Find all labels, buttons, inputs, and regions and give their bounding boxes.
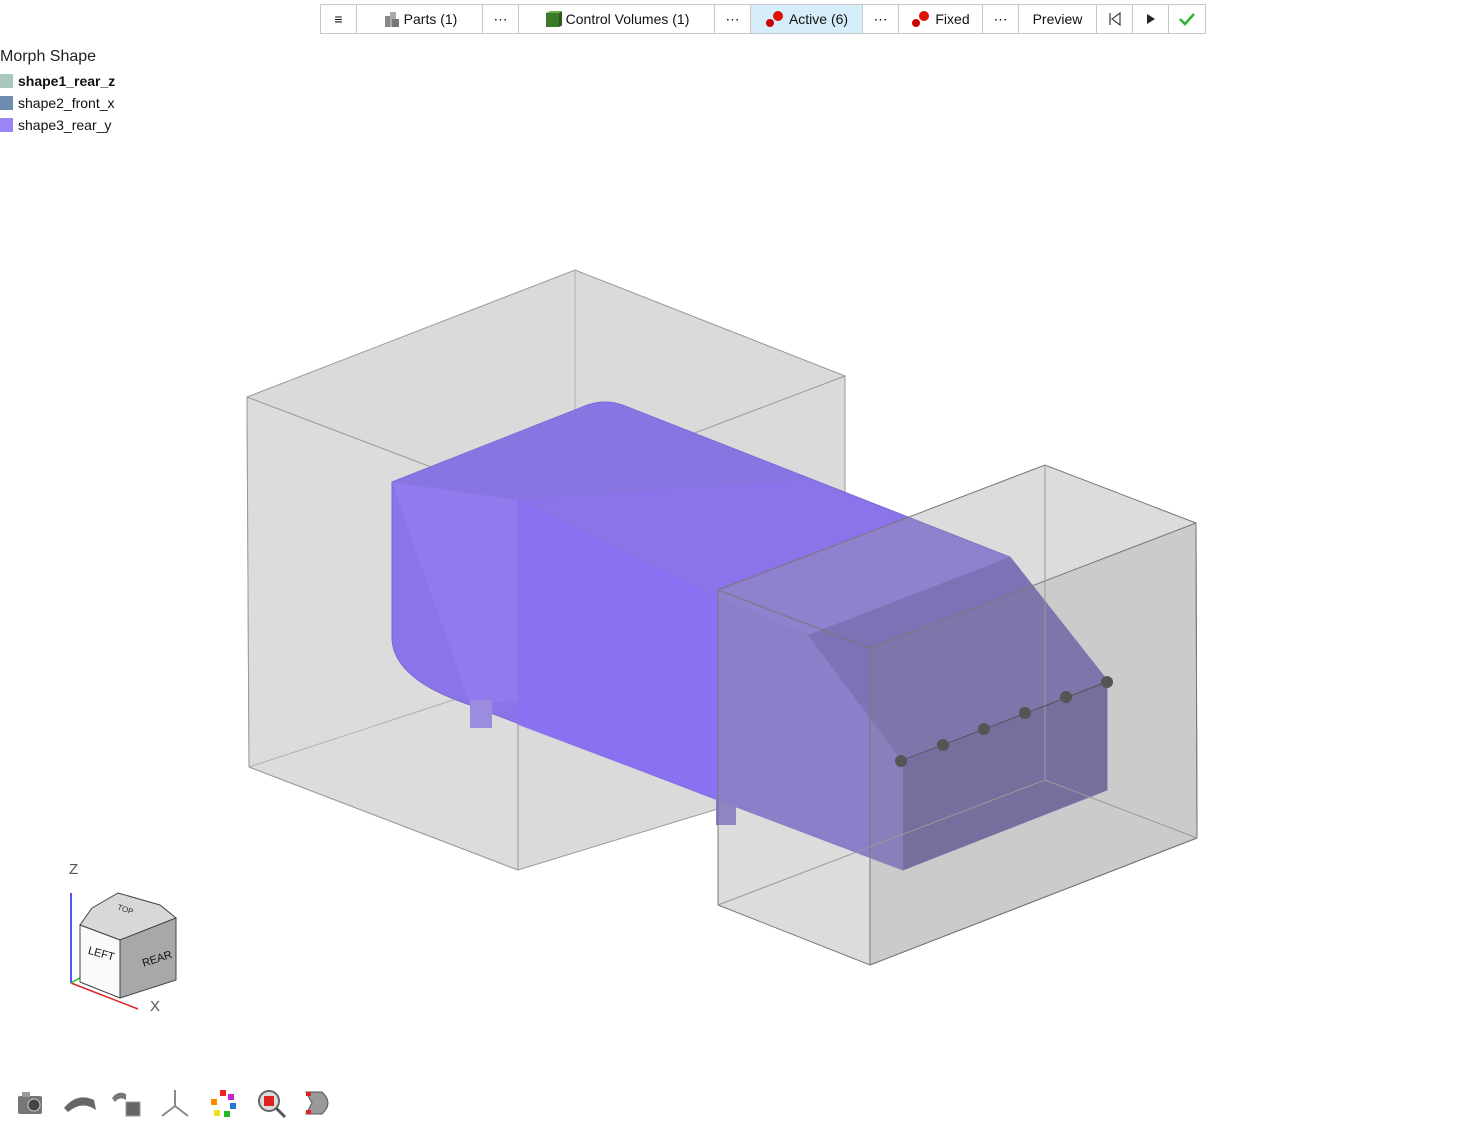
x-axis-label: X [150,998,161,1015]
z-axis-label: Z [69,861,79,878]
surface-to-solid-icon[interactable] [110,1086,144,1120]
node[interactable] [978,723,990,735]
surface-icon[interactable] [62,1086,96,1120]
node[interactable] [1060,691,1072,703]
bottom-toolbar [14,1086,336,1120]
3d-viewport[interactable]: TOP LEFT REAR [0,0,1478,1142]
color-wheel-icon[interactable] [206,1086,240,1120]
part-view-icon[interactable] [302,1086,336,1120]
node[interactable] [895,755,907,767]
axis-triad-icon[interactable] [158,1086,192,1120]
node[interactable] [1101,676,1113,688]
node[interactable] [1019,707,1031,719]
inspect-zoom-icon[interactable] [254,1086,288,1120]
view-cube[interactable]: TOP LEFT REAR [70,892,177,1010]
camera-icon[interactable] [14,1086,48,1120]
node[interactable] [937,739,949,751]
